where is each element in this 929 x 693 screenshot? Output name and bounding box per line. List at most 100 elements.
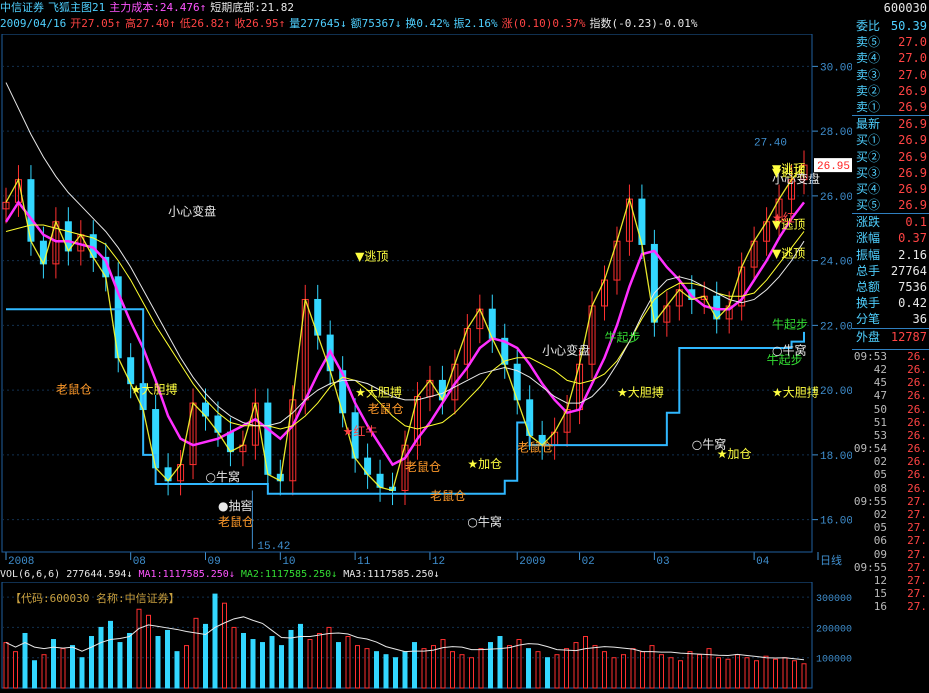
volume-bar [98,626,104,689]
quote-value: 50.39 [890,19,927,33]
tick-price: 26. [907,468,927,482]
tick-price: 26. [907,362,927,376]
quote-row: 买⑤ 26.9 [852,197,929,215]
quote-label: 分笔 [856,312,881,327]
signal-annotation: ★红牛 [343,423,378,438]
tick-price: 26. [907,428,927,442]
tick-time: 09:54 [853,442,887,456]
volume-bar [773,658,778,689]
header-stat-6: 额75367↓ [350,17,402,30]
volume-bar [364,648,370,689]
quote-value: 27764 [890,263,927,278]
tick-time: 47 [873,389,887,403]
tick-time: 06 [873,534,887,548]
series-line-ma10 [5,224,805,430]
tick-time: 12 [873,573,887,587]
quote-value: 36 [912,312,927,327]
volume-bar [450,651,455,689]
quote-row: 换手 0.42 [852,295,929,311]
tick-row: 53 26. [852,429,929,442]
signal-annotation: ▼逃顶 [355,250,388,264]
quote-label: 总手 [856,263,881,278]
quote-row: 卖② 26.9 [852,83,929,99]
quote-value: 27.0 [898,35,927,50]
header-stat-1: 开27.05↑ [70,17,121,30]
volume-bar [22,632,28,689]
volume-bar [41,654,47,689]
header-stat-9: 涨(0.10)0.37% [501,17,586,30]
volume-bar [763,655,769,689]
volume-bar [573,642,579,689]
quote-value: 26.9 [898,181,927,196]
quote-label: 换手 [856,296,881,311]
tick-price: 27. [907,573,927,587]
volume-bar [630,648,636,689]
volume-bar [336,642,341,689]
signal-annotation: ★大胆搏 [131,382,178,396]
tick-price: 26. [907,389,927,403]
volume-bar [136,608,142,689]
main-price-chart[interactable]: 30.00 28.00 26.00 24.00 22.00 20.00 18.00 16.00… [0,34,852,566]
tick-row: 12 27. [852,574,929,587]
volume-bar [212,593,218,689]
quote-row: 买④ 26.9 [852,181,929,197]
quote-row: 最新 26.9 [852,116,929,132]
tick-time: 53 [873,428,887,442]
volume-bar [497,636,503,689]
volume-bar [307,639,313,689]
tick-price: 26. [907,442,927,456]
volume-bar [89,636,94,689]
volume-bar [174,651,180,689]
tick-time: 09 [873,547,887,561]
volume-bar [744,657,750,689]
signal-annotation: 老鼠仓 [517,441,553,455]
tick-price: 27. [907,600,927,614]
quote-value: 0.37 [898,231,927,246]
y-tick-label: 24.00 [820,257,852,269]
volume-bar [155,636,161,689]
tick-row: 50 26. [852,403,929,416]
quote-value: 26.9 [898,99,927,114]
quote-label: 涨跌 [856,215,881,230]
quote-label: 总额 [856,280,881,294]
volume-bar [393,657,398,689]
tick-price: 27. [907,560,927,574]
volume-bar [402,651,408,689]
header-item-3: 短期底部:21.82 [210,1,294,14]
quote-value: 2.16 [898,247,927,262]
tick-row: 02 27. [852,508,929,521]
stock-info-label: 【代码:600030 名称:中信证券】 [10,592,180,605]
quote-value: 26.9 [898,117,927,132]
tick-price: 27. [907,547,927,561]
quote-value: 26.9 [898,149,927,164]
volume-bar [345,636,351,689]
volume-bar [678,660,683,689]
quote-label: 卖⑤ [856,35,881,50]
vol-tick-label: 300000 [816,594,852,605]
volume-bar [782,657,788,689]
signal-annotation: ○牛窝 [206,469,240,484]
vol-value: 277644.594↓ [66,569,133,580]
quote-row: 卖③ 27.0 [852,67,929,83]
signal-annotation: ★大胆搏 [355,386,402,400]
volume-bar [79,657,85,689]
tick-price: 27. [907,521,927,535]
signal-annotation: 牛起步 [605,330,641,345]
quote-row: 卖① 26.9 [852,99,929,117]
volume-bar [583,636,588,689]
volume-bar [222,602,227,689]
vol-tick-label: 100000 [816,655,852,666]
quote-label: 买① [856,133,881,148]
signal-annotation: ★加仓 [717,447,752,461]
tick-row: 08 26. [852,482,929,495]
quote-label: 卖③ [856,67,881,82]
volume-bar [440,639,446,689]
x-tick-label: 09 [208,556,221,566]
chart-header: 中信证券 飞狐主图21 主力成本:24.476↑ 短期底部:21.82 2009/04… [0,0,812,34]
quote-label: 委比 [856,19,881,33]
quote-value: 7536 [898,280,927,294]
header-item-2: 主力成本:24.476↑ [109,1,207,14]
volume-bar [478,648,484,689]
volume-bar [279,645,284,689]
tick-row: 15 27. [852,587,929,600]
